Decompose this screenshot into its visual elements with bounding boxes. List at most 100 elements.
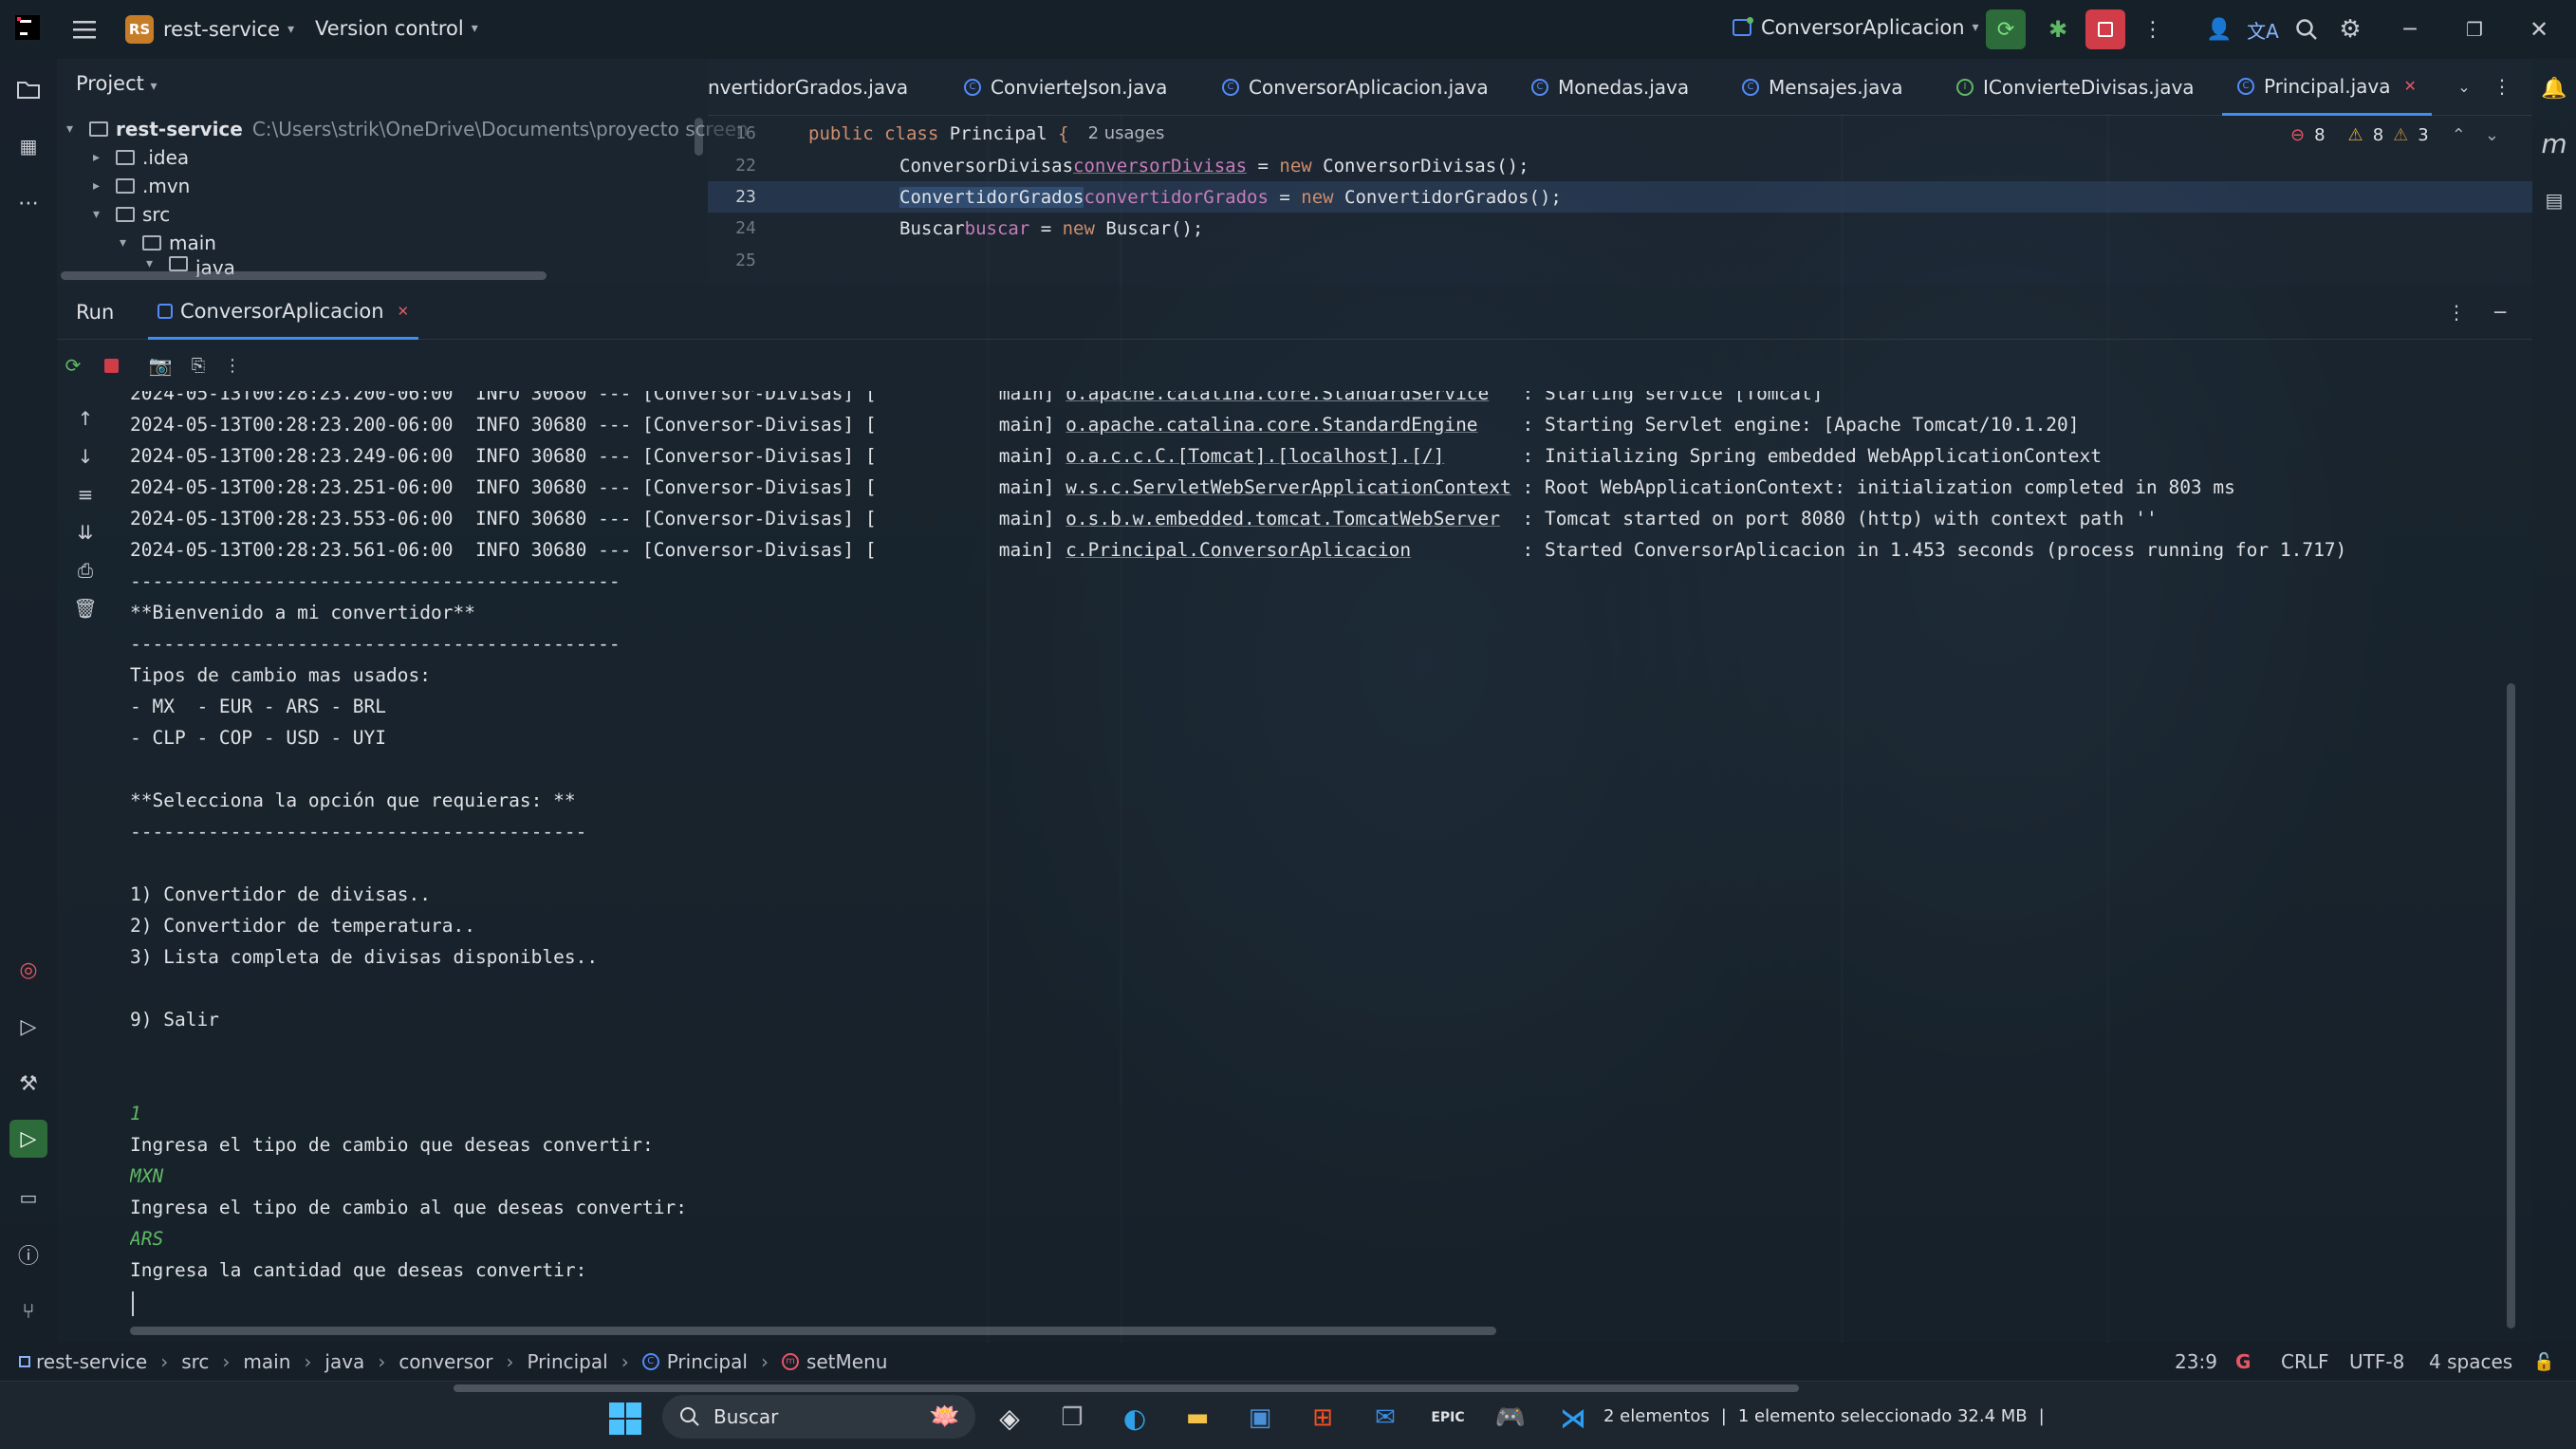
breadcrumb-item[interactable]: rest-service	[36, 1350, 147, 1373]
project-selector[interactable]: RS rest-service ▾	[125, 15, 294, 44]
console-vertical-scrollbar[interactable]	[2507, 683, 2515, 1328]
bookmarks-icon[interactable]: ▤	[2536, 182, 2572, 218]
tab-principal[interactable]: C Principal.java ✕	[2222, 59, 2432, 116]
print-icon[interactable]: ⎙	[71, 556, 100, 585]
lock-icon[interactable]: 🔓	[2533, 1352, 2554, 1372]
build-hammer-icon[interactable]: ⚒	[11, 1067, 46, 1101]
usages-hint[interactable]: 2 usages	[1088, 123, 1165, 143]
run-config-selector[interactable]: ConversorAplicacion ▾	[1733, 16, 1979, 39]
add-user-icon[interactable]: 👤	[2201, 11, 2237, 47]
tab-conviertejson[interactable]: C ConvierteJson.java	[964, 59, 1167, 116]
breadcrumb-item[interactable]: setMenu	[806, 1350, 887, 1373]
tree-item-root[interactable]: ▾ rest-service C:\Users\strik\OneDrive\D…	[66, 118, 749, 140]
project-panel-title[interactable]: Project ▾	[76, 72, 158, 95]
breadcrumb-item[interactable]: java	[324, 1350, 364, 1373]
taskbar-scrollbar[interactable]	[454, 1384, 1799, 1392]
code-line-22[interactable]: 22 ConversorDivisas conversorDivisas = ne…	[708, 150, 2532, 181]
tree-item-src[interactable]: ▾ src	[93, 203, 170, 226]
run-more-icon[interactable]: ⋮	[2442, 298, 2471, 326]
vscode-icon[interactable]: ⋊	[1554, 1399, 1592, 1437]
caret-position[interactable]: 23:9	[2175, 1350, 2217, 1373]
close-tab-icon[interactable]: ✕	[398, 303, 410, 320]
code-line-23[interactable]: 23 ConvertidorGrados convertidorGrados = …	[708, 181, 2532, 213]
terminal-icon[interactable]: ▭	[11, 1180, 46, 1215]
breadcrumb-item[interactable]: Principal	[527, 1350, 607, 1373]
game-controller-icon[interactable]: 🎮	[1492, 1399, 1529, 1437]
mail-icon[interactable]: ✉	[1366, 1399, 1404, 1437]
console-output[interactable]: 2024-05-13T00:28:23.200-06:00 INFO 30680…	[130, 391, 2521, 1321]
console-horizontal-scrollbar[interactable]	[130, 1327, 1496, 1335]
services-icon[interactable]: ▷	[11, 1010, 46, 1044]
arrow-down-icon[interactable]: ↓	[71, 442, 100, 471]
minimize-icon[interactable]: ─	[2391, 11, 2429, 47]
close-tab-icon[interactable]: ✕	[2404, 77, 2417, 95]
camera-snapshot-icon[interactable]: 📷	[146, 351, 175, 380]
task-view-icon[interactable]: ❐	[1053, 1399, 1091, 1437]
tab-convertidorgrados[interactable]: nvertidorGrados.java	[708, 59, 908, 116]
indent-setting[interactable]: 4 spaces	[2429, 1350, 2512, 1373]
main-menu-icon[interactable]	[66, 11, 102, 47]
windows-start-icon[interactable]	[607, 1401, 643, 1437]
tab-iconviertedivisas[interactable]: I IConvierteDivisas.java	[1956, 59, 2195, 116]
breadcrumb-item[interactable]: main	[243, 1350, 290, 1373]
hide-panel-icon[interactable]: ─	[2486, 298, 2514, 326]
run-tool-icon[interactable]: ▷	[9, 1120, 47, 1158]
search-icon[interactable]	[2289, 11, 2325, 47]
code-line-24[interactable]: 24 Buscar buscar = new Buscar ();	[708, 213, 2532, 244]
tree-item-mvn[interactable]: ▸ .mvn	[93, 175, 190, 197]
more-tools-icon[interactable]: ⋯	[11, 186, 46, 220]
rerun-icon[interactable]: ⟳	[59, 351, 87, 380]
rerun-icon[interactable]: ⟳	[1986, 9, 2026, 49]
copilot-icon[interactable]: ◈	[991, 1399, 1029, 1437]
tab-monedas[interactable]: C Monedas.java	[1531, 59, 1689, 116]
project-folder-icon[interactable]	[11, 72, 46, 106]
breadcrumb-item[interactable]: Principal	[667, 1350, 748, 1373]
edge-icon[interactable]: ◐	[1116, 1399, 1154, 1437]
soft-wrap-icon[interactable]: ≡	[71, 480, 100, 509]
inspection-widget[interactable]: ⊖ 8 ⚠ 8 ⚠ 3 ⌃ ⌄	[2290, 125, 2499, 145]
breadcrumb-item[interactable]: conversor	[398, 1350, 492, 1373]
taskbar-search-box[interactable]: Buscar 🪷	[662, 1395, 975, 1439]
problems-icon[interactable]: ⓘ	[11, 1237, 46, 1272]
file-encoding[interactable]: UTF-8	[2349, 1350, 2404, 1373]
debug-icon[interactable]: ✱	[2040, 11, 2076, 47]
structure-icon[interactable]: ▦	[11, 129, 46, 163]
line-separator[interactable]: CRLF	[2281, 1350, 2329, 1373]
toolbar-more-icon[interactable]: ⋮	[218, 351, 247, 380]
tree-item-idea[interactable]: ▸ .idea	[93, 146, 189, 169]
stop-icon[interactable]	[2085, 9, 2125, 49]
profiler-icon[interactable]: ◎	[11, 953, 46, 987]
terminal-app-icon[interactable]: ▣	[1241, 1399, 1279, 1437]
code-line-16[interactable]: 16 public class Principal {2 usages	[708, 118, 2532, 149]
editor-more-icon[interactable]: ⋮	[2488, 72, 2516, 101]
file-explorer-icon[interactable]: ▬	[1178, 1399, 1216, 1437]
more-actions-icon[interactable]: ⋮	[2139, 11, 2167, 47]
restore-icon[interactable]: ❐	[2456, 11, 2493, 47]
tabs-dropdown-icon[interactable]: ⌄	[2450, 72, 2478, 101]
stop-icon[interactable]	[97, 351, 125, 380]
clear-trash-icon[interactable]: 🗑	[71, 594, 100, 622]
vcs-menu[interactable]: Version control ▾	[315, 17, 478, 40]
tab-conversoraplicacion[interactable]: C ConversorAplicacion.java	[1222, 59, 1489, 116]
tab-mensajes[interactable]: C Mensajes.java	[1742, 59, 1902, 116]
code-line-25[interactable]: 25	[708, 245, 2532, 276]
project-horizontal-scrollbar[interactable]	[61, 271, 547, 280]
restore-layout-icon[interactable]: ⎘	[184, 351, 213, 380]
chevron-up-icon[interactable]: ⌃	[2452, 125, 2466, 145]
scroll-to-end-icon[interactable]: ⇊	[71, 518, 100, 547]
notifications-bell-icon[interactable]: 🔔	[2536, 70, 2572, 106]
epic-games-icon[interactable]: EPIC	[1429, 1399, 1467, 1437]
ms-store-icon[interactable]: ⊞	[1304, 1399, 1342, 1437]
chevron-down-icon[interactable]: ⌄	[2485, 125, 2499, 145]
git-branch-icon[interactable]: ⑂	[11, 1294, 46, 1328]
run-tab-conversoraplicacion[interactable]: ConversorAplicacion ✕	[148, 285, 419, 340]
settings-gear-icon[interactable]: ⚙	[2332, 11, 2368, 47]
arrow-up-icon[interactable]: ↑	[71, 404, 100, 433]
breadcrumb-item[interactable]: src	[181, 1350, 209, 1373]
project-vertical-scrollbar[interactable]	[695, 118, 703, 156]
translate-icon[interactable]: 文A	[2245, 11, 2281, 47]
google-icon[interactable]: G	[2235, 1350, 2251, 1373]
tree-item-main[interactable]: ▾ main	[120, 232, 216, 254]
maven-icon[interactable]: m	[2536, 125, 2572, 161]
close-window-icon[interactable]: ✕	[2520, 11, 2558, 47]
